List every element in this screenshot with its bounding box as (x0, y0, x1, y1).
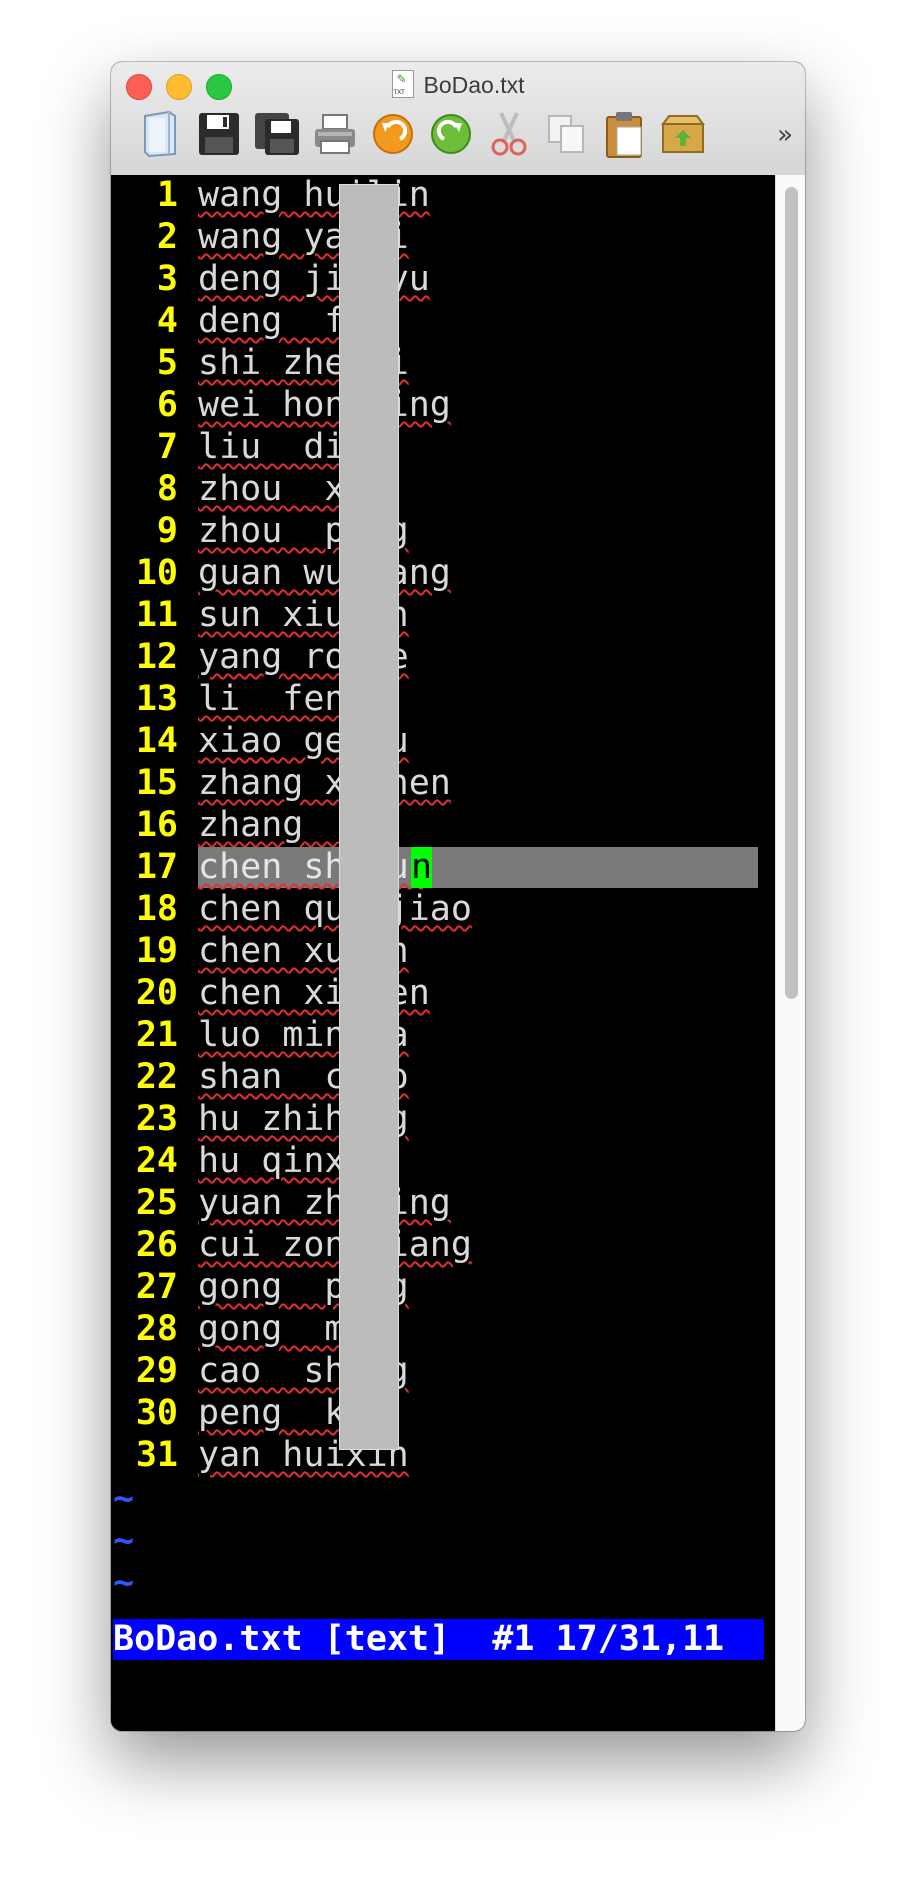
line-number: 3 (156, 259, 178, 299)
line-number: 28 (135, 1309, 178, 1349)
line-number: 19 (135, 931, 178, 971)
editor-line[interactable]: 17 chen shaoun n (111, 847, 773, 888)
line-number: 15 (135, 763, 178, 803)
find-icon[interactable] (657, 108, 709, 160)
editor-line[interactable]: 13 li feng (111, 679, 773, 720)
editor-line[interactable]: 11 sun xiuyan (111, 595, 773, 636)
editor-line[interactable]: 19 chen xuxin (111, 931, 773, 972)
text-cursor: n (411, 847, 433, 888)
editor-line[interactable]: 26 cui zongjiang (111, 1225, 773, 1266)
line-number: 6 (156, 385, 178, 425)
window-title: BoDao.txt (111, 70, 805, 99)
line-number: 7 (156, 427, 178, 467)
save-icon[interactable] (193, 108, 245, 160)
editor-line[interactable]: 7 liu dian (111, 427, 773, 468)
undo-icon[interactable] (367, 108, 419, 160)
line-number: 10 (135, 553, 178, 593)
window-title-text: BoDao.txt (423, 72, 525, 98)
editor-line[interactable]: 29 cao sheng (111, 1351, 773, 1392)
editor-line[interactable]: 6 wei hongbing (111, 385, 773, 426)
line-number: 8 (156, 469, 178, 509)
editor-line[interactable]: 22 shan chao (111, 1057, 773, 1098)
editor-line[interactable]: 5 shi zhenli (111, 343, 773, 384)
line-number: 20 (135, 973, 178, 1013)
cut-icon[interactable] (483, 108, 535, 160)
editor-line[interactable]: 3 deng jingyu (111, 259, 773, 300)
editor-line[interactable]: 2 wang yawei (111, 217, 773, 258)
text-editor[interactable]: 1 wang huilin 2 wang yawei 3 deng jingyu 4 deng… (111, 175, 775, 1731)
line-number: 24 (135, 1141, 178, 1181)
line-number: 2 (156, 217, 178, 257)
line-text: zhang xuchen (198, 763, 451, 803)
line-number: 23 (135, 1099, 178, 1139)
line-number: 1 (156, 175, 178, 215)
scrollbar-thumb[interactable] (785, 187, 798, 999)
line-number: 30 (135, 1393, 178, 1433)
line-number: 27 (135, 1267, 178, 1307)
editor-line[interactable]: 10 guan wuliang (111, 553, 773, 594)
line-number: 21 (135, 1015, 178, 1055)
editor-line[interactable]: 16 zhang li (111, 805, 773, 846)
editor-line[interactable]: 24 hu qinxia (111, 1141, 773, 1182)
editor-line[interactable]: 8 zhou xu (111, 469, 773, 510)
toolbar-overflow-button[interactable]: » (777, 120, 793, 150)
editor-line[interactable]: 23 hu zhihong (111, 1099, 773, 1140)
empty-line-marker: ~ (113, 1521, 135, 1561)
line-text: guan wuliang (198, 553, 451, 593)
status-line: BoDao.txt [text] #1 17/31,11 (113, 1619, 764, 1660)
line-text: chen quanjiao (198, 889, 472, 929)
line-number: 9 (156, 511, 178, 551)
editor-line[interactable]: 25 yuan zhuqing (111, 1183, 773, 1224)
open-icon[interactable] (135, 108, 187, 160)
vertical-scrollbar[interactable] (775, 175, 805, 1731)
editor-window: BoDao.txt (111, 62, 805, 1731)
copy-icon[interactable] (541, 108, 593, 160)
print-icon[interactable] (309, 108, 361, 160)
line-text: yuan zhuqing (198, 1183, 451, 1223)
editor-line[interactable]: 21 luo minhua (111, 1015, 773, 1056)
line-number: 18 (135, 889, 178, 929)
line-number: 26 (135, 1225, 178, 1265)
visual-block-selection (339, 184, 399, 1450)
line-number: 25 (135, 1183, 178, 1223)
line-text: cui zongjiang (198, 1225, 472, 1265)
empty-line-marker: ~ (113, 1479, 135, 1519)
line-number: 22 (135, 1057, 178, 1097)
line-number: 5 (156, 343, 178, 383)
editor-line[interactable]: 12 yang ronge (111, 637, 773, 678)
editor-line[interactable]: 9 zhou peng (111, 511, 773, 552)
editor-line[interactable]: 30 peng kai (111, 1393, 773, 1434)
line-number: 31 (135, 1435, 178, 1475)
line-number: 29 (135, 1351, 178, 1391)
editor-line[interactable]: 1 wang huilin (111, 175, 773, 216)
editor-line[interactable]: 31 yan huixin (111, 1435, 773, 1476)
editor-line[interactable]: 18 chen quanjiao (111, 889, 773, 930)
redo-icon[interactable] (425, 108, 477, 160)
line-number: 16 (135, 805, 178, 845)
paste-icon[interactable] (599, 108, 651, 160)
line-number: 4 (156, 301, 178, 341)
editor-line[interactable]: 28 gong min (111, 1309, 773, 1350)
editor-line[interactable]: 27 gong peng (111, 1267, 773, 1308)
editor-line[interactable]: 20 chen xinsen (111, 973, 773, 1014)
empty-line-marker: ~ (113, 1563, 135, 1603)
txt-file-icon (391, 70, 414, 98)
line-number: 13 (135, 679, 178, 719)
line-number: 14 (135, 721, 178, 761)
line-text: wei hongbing (198, 385, 451, 425)
editor-line[interactable]: 14 xiao genfu (111, 721, 773, 762)
line-number: 12 (135, 637, 178, 677)
line-number: 17 (135, 847, 178, 887)
editor-line[interactable]: 4 deng fei (111, 301, 773, 342)
line-number: 11 (135, 595, 178, 635)
save-all-icon[interactable] (251, 108, 303, 160)
editor-line[interactable]: 15 zhang xuchen (111, 763, 773, 804)
title-bar: BoDao.txt (111, 62, 805, 176)
